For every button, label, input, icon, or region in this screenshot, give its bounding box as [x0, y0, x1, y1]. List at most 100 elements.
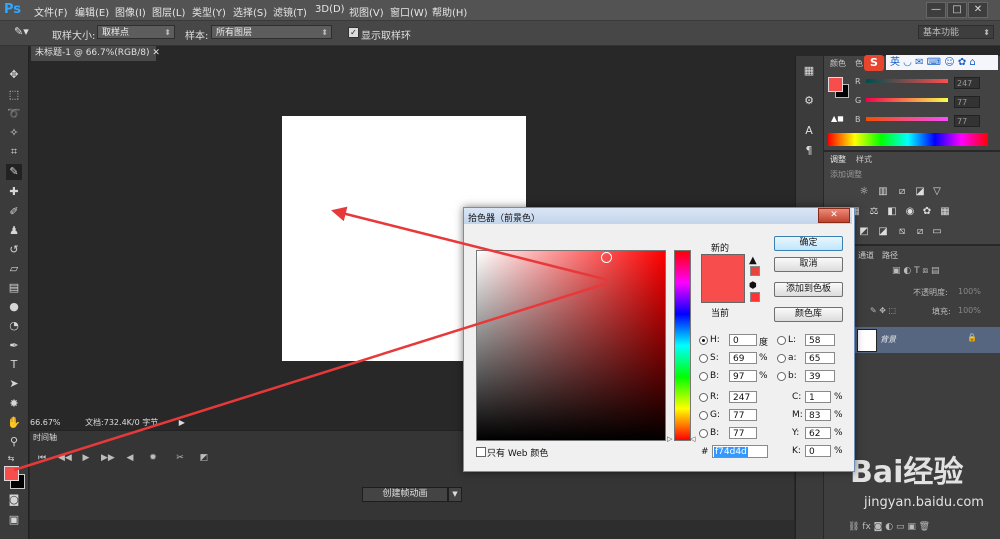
audio-icon[interactable]: ◀ — [124, 452, 136, 464]
type-tool-icon[interactable]: T — [6, 357, 22, 373]
g-input[interactable]: 77 — [729, 409, 757, 421]
pen-tool-icon[interactable]: ✒ — [6, 338, 22, 354]
paragraph-icon[interactable]: ¶ — [802, 144, 816, 158]
curves-icon[interactable]: ⧄ — [896, 186, 908, 198]
color-lookup-icon[interactable]: ▦ — [939, 206, 951, 218]
lab-b-input[interactable]: 39 — [805, 370, 835, 382]
photo-filter-icon[interactable]: ◉ — [904, 206, 916, 218]
healing-brush-icon[interactable]: ✚ — [6, 184, 22, 200]
lock-icons[interactable]: ✎ ✥ ⬚ — [870, 306, 896, 315]
r-value[interactable]: 247 — [954, 77, 980, 89]
gamut-swatch[interactable] — [750, 266, 760, 276]
add-to-swatches-button[interactable]: 添加到色板 — [774, 282, 843, 297]
marquee-tool-icon[interactable]: ⬚ — [6, 87, 22, 103]
m-input[interactable]: 83 — [805, 409, 831, 421]
show-ring-checkbox[interactable]: ✓ — [348, 27, 359, 38]
shape-tool-icon[interactable]: ✸ — [6, 396, 22, 412]
swap-colors-icon[interactable]: ⇆ — [3, 451, 19, 467]
levels-icon[interactable]: ▥ — [877, 186, 889, 198]
quick-select-tool-icon[interactable]: ✧ — [6, 125, 22, 141]
l-input[interactable]: 58 — [805, 334, 835, 346]
swatches-panel-tab[interactable]: 色 — [855, 58, 863, 69]
quick-mask-icon[interactable]: ◙ — [6, 492, 22, 508]
menu-3d[interactable]: 3D(D) — [315, 4, 345, 15]
color-spectrum[interactable] — [828, 133, 988, 146]
g-slider[interactable] — [866, 98, 948, 102]
g-radio[interactable] — [699, 411, 708, 420]
next-frame-icon[interactable]: ▶▶ — [101, 452, 115, 464]
history-icon[interactable]: ▦ — [802, 64, 816, 78]
menu-view[interactable]: 视图(V) — [349, 4, 384, 19]
document-tab[interactable]: 未标题-1 @ 66.7%(RGB/8) ✕ — [31, 46, 160, 61]
g-value[interactable]: 77 — [954, 96, 980, 108]
sample-size-select[interactable]: 取样点 ⬍ — [97, 25, 175, 39]
layer-name[interactable]: 背景 — [880, 334, 896, 345]
transition-icon[interactable]: ◩ — [198, 452, 210, 464]
foreground-color-swatch[interactable] — [4, 466, 19, 481]
selective-color-icon[interactable]: ⧄ — [914, 226, 926, 238]
invert-icon[interactable]: ◩ — [858, 226, 870, 238]
r-slider[interactable] — [866, 79, 948, 83]
channel-mixer-icon[interactable]: ✿ — [921, 206, 933, 218]
screen-mode-icon[interactable]: ▣ — [6, 512, 22, 528]
b-radio[interactable] — [699, 372, 708, 381]
opacity-value[interactable]: 100% — [958, 287, 981, 296]
character-icon[interactable]: A — [802, 124, 816, 138]
brightness-icon[interactable]: ☼ — [858, 186, 870, 198]
hand-tool-icon[interactable]: ✋ — [6, 415, 22, 431]
panel-foreground-swatch[interactable] — [828, 77, 843, 92]
brush-tool-icon[interactable]: ✐ — [6, 204, 22, 220]
styles-tab[interactable]: 样式 — [856, 154, 872, 165]
menu-window[interactable]: 窗口(W) — [390, 4, 428, 19]
close-button[interactable]: ✕ — [968, 2, 988, 18]
eyedropper-tool-icon[interactable]: ✎ — [6, 164, 22, 180]
dodge-tool-icon[interactable]: ◔ — [6, 318, 22, 334]
chevron-right-icon[interactable]: ▶ — [179, 418, 185, 427]
timeline-tab[interactable]: 时间轴 — [33, 432, 61, 443]
paths-tab[interactable]: 路径 — [882, 250, 898, 261]
history-brush-icon[interactable]: ↺ — [6, 242, 22, 258]
field-cursor[interactable] — [601, 252, 612, 263]
web-safe-icon[interactable]: ⬢ — [749, 281, 757, 291]
menu-image[interactable]: 图像(I) — [115, 4, 146, 19]
maximize-button[interactable]: □ — [947, 2, 967, 18]
a-radio[interactable] — [777, 354, 786, 363]
b-slider[interactable] — [866, 117, 948, 121]
blue-input[interactable]: 77 — [729, 427, 757, 439]
color-balance-icon[interactable]: ⚖ — [868, 206, 880, 218]
create-frame-animation-button[interactable]: 创建帧动画 — [362, 487, 448, 502]
adjustments-tab[interactable]: 调整 — [830, 154, 846, 165]
minimize-button[interactable]: — — [926, 2, 946, 18]
c-input[interactable]: 1 — [805, 391, 831, 403]
fill-value[interactable]: 100% — [958, 306, 981, 315]
zoom-tool-icon[interactable]: ⚲ — [6, 434, 22, 450]
menu-filter[interactable]: 滤镜(T) — [273, 4, 307, 19]
menu-layer[interactable]: 图层(L) — [152, 4, 185, 19]
workspace-select[interactable]: 基本功能 ⬍ — [918, 25, 994, 39]
s-radio[interactable] — [699, 354, 708, 363]
saturation-brightness-field[interactable] — [476, 250, 666, 441]
blue-radio[interactable] — [699, 429, 708, 438]
dialog-close-icon[interactable]: ✕ — [818, 208, 850, 223]
b-value[interactable]: 77 — [954, 115, 980, 127]
s-input[interactable]: 69 — [729, 352, 757, 364]
menu-select[interactable]: 选择(S) — [233, 4, 267, 19]
hue-slider-right-handle-icon[interactable]: ◁ — [690, 435, 695, 443]
blur-tool-icon[interactable]: ● — [6, 299, 22, 315]
l-radio[interactable] — [777, 336, 786, 345]
channels-tab[interactable]: 通道 — [858, 250, 874, 261]
ime-toolbar[interactable]: 英 ◡ ✉ ⌨ ☺ ✿ ⌂ — [886, 55, 998, 70]
posterize-icon[interactable]: ◪ — [877, 226, 889, 238]
hue-slider-left-handle-icon[interactable]: ▷ — [667, 435, 672, 443]
lab-b-radio[interactable] — [777, 372, 786, 381]
gamut-warning-icon[interactable]: ▲ — [749, 255, 757, 266]
b-input[interactable]: 97 — [729, 370, 757, 382]
r-radio[interactable] — [699, 393, 708, 402]
lasso-tool-icon[interactable]: ➰ — [6, 106, 22, 122]
ok-button[interactable]: 确定 — [774, 236, 843, 251]
close-icon[interactable]: ✕ — [152, 48, 160, 58]
chevron-down-icon[interactable]: ▼ — [448, 487, 462, 502]
first-frame-icon[interactable]: ⏮ — [36, 452, 48, 464]
sample-select[interactable]: 所有图层 ⬍ — [211, 25, 332, 39]
color-panel-tab[interactable]: 颜色 — [830, 58, 846, 69]
